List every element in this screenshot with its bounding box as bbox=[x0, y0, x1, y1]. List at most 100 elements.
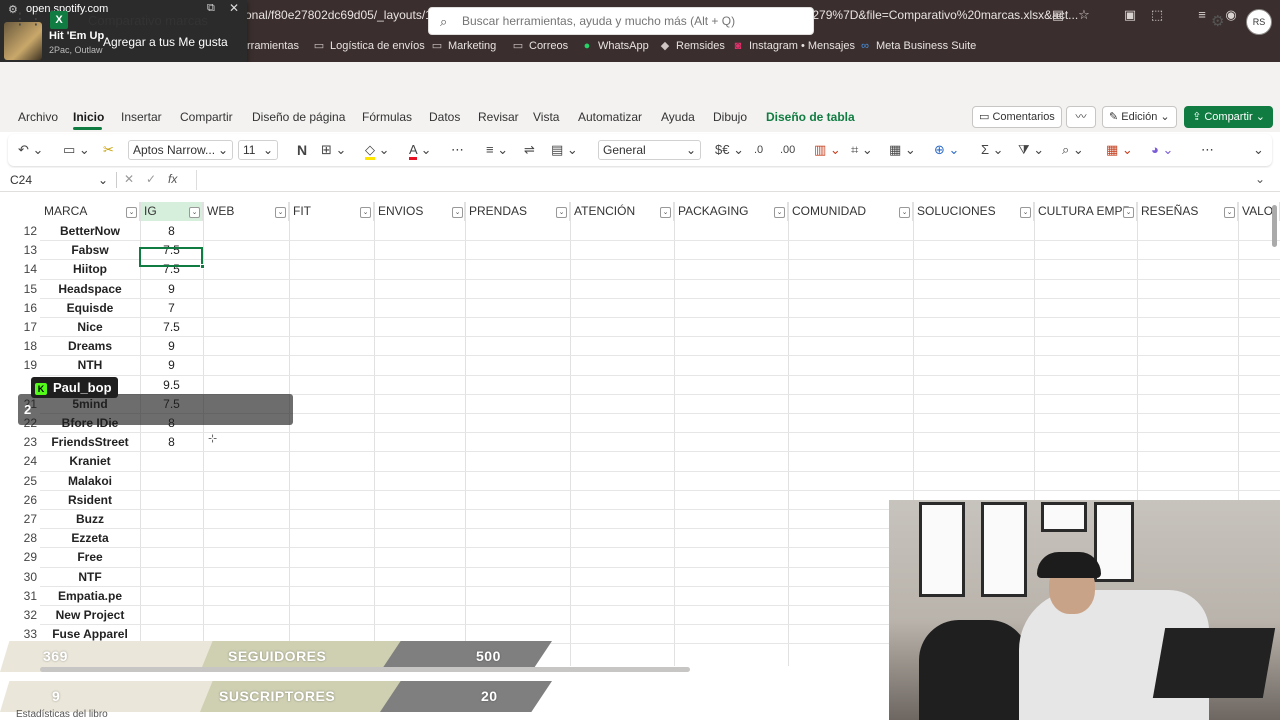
cell-marca[interactable]: Nice bbox=[40, 320, 140, 334]
bookmark-star-icon[interactable]: ☆ bbox=[1075, 6, 1093, 24]
reading-mode-icon[interactable]: ▤ bbox=[1049, 6, 1067, 24]
cell-marca[interactable]: NTH bbox=[40, 358, 140, 372]
row-number[interactable]: 24 bbox=[0, 454, 40, 468]
row-number[interactable]: 14 bbox=[0, 262, 40, 276]
cell-marca[interactable]: BetterNow bbox=[40, 224, 140, 238]
cell-ig[interactable]: 8 bbox=[140, 435, 203, 449]
editing-mode-button[interactable]: ✎ Edición ⌄ bbox=[1102, 106, 1177, 128]
cell-marca[interactable]: Empatia.pe bbox=[40, 589, 140, 603]
currency-icon[interactable]: $€ ⌄ bbox=[715, 142, 744, 158]
paste-icon[interactable]: ▭ ⌄ bbox=[63, 142, 90, 158]
profile-icon[interactable]: ◉ bbox=[1222, 6, 1240, 24]
row-number[interactable]: 15 bbox=[0, 282, 40, 296]
tab-compartir[interactable]: Compartir bbox=[180, 110, 233, 124]
bookmark-marketing[interactable]: ▭ Marketing bbox=[430, 38, 497, 54]
collapse-ribbon-icon[interactable]: ⌄ bbox=[1253, 142, 1264, 158]
tab-inicio[interactable]: Inicio bbox=[73, 110, 104, 124]
find-icon[interactable]: ⌕ ⌄ bbox=[1062, 142, 1084, 158]
bookmark-correos[interactable]: ▭ Correos bbox=[511, 38, 568, 54]
cancel-icon[interactable]: ✕ bbox=[124, 172, 134, 186]
fill-handle[interactable] bbox=[200, 264, 205, 269]
cell-ig[interactable]: 9 bbox=[140, 339, 203, 353]
confirm-icon[interactable]: ✓ bbox=[146, 172, 156, 186]
tab-ayuda[interactable]: Ayuda bbox=[661, 110, 695, 124]
settings-gear-icon[interactable]: ⚙ bbox=[1211, 12, 1224, 30]
tab-diseno-pagina[interactable]: Diseño de página bbox=[252, 110, 345, 124]
header-prendas[interactable]: PRENDAS bbox=[465, 202, 570, 221]
app-launcher-icon[interactable]: ⋮⋮ bbox=[12, 11, 44, 29]
spotify-mini-player[interactable]: ⚙ open.spotify.com ⧉ ✕ Hit 'Em Up 2Pac, … bbox=[0, 0, 247, 66]
row-number[interactable]: 33 bbox=[0, 627, 40, 641]
filter-dropdown-icon[interactable]: ⌄ bbox=[899, 207, 910, 218]
document-title[interactable]: Comparativo marcas bbox=[88, 13, 208, 28]
tab-dibujo[interactable]: Dibujo bbox=[713, 110, 747, 124]
name-box[interactable]: C24 ⌄ bbox=[6, 170, 112, 190]
tab-datos[interactable]: Datos bbox=[429, 110, 460, 124]
row-number[interactable]: 17 bbox=[0, 320, 40, 334]
tab-diseno-tabla[interactable]: Diseño de tabla bbox=[766, 110, 855, 124]
close-icon[interactable]: ✕ bbox=[229, 1, 239, 15]
borders-icon[interactable]: ⊞ ⌄ bbox=[321, 142, 346, 158]
row-number[interactable]: 23 bbox=[0, 435, 40, 449]
filter-dropdown-icon[interactable]: ⌄ bbox=[189, 207, 200, 218]
cell-marca[interactable]: Ezzeta bbox=[40, 531, 140, 545]
undo-icon[interactable]: ↶ ⌄ bbox=[18, 142, 43, 158]
more-font-options-icon[interactable]: ⋯ bbox=[451, 142, 464, 158]
tab-automatizar[interactable]: Automatizar bbox=[578, 110, 642, 124]
add-ins-icon[interactable]: ▦ ⌄ bbox=[1106, 142, 1133, 158]
fill-color-icon[interactable]: ◇ ⌄ bbox=[365, 142, 390, 160]
bookmark-whatsapp[interactable]: ● WhatsApp bbox=[580, 38, 649, 54]
row-number[interactable]: 28 bbox=[0, 531, 40, 545]
row-number[interactable]: 31 bbox=[0, 589, 40, 603]
header-cultura-empresarial[interactable]: CULTURA EMPR bbox=[1034, 202, 1137, 221]
filter-dropdown-icon[interactable]: ⌄ bbox=[1224, 207, 1235, 218]
cell-ig[interactable]: 9 bbox=[140, 282, 203, 296]
search-input[interactable] bbox=[462, 14, 802, 28]
filter-dropdown-icon[interactable]: ⌄ bbox=[1020, 207, 1031, 218]
cell-marca[interactable]: Equisde bbox=[40, 301, 140, 315]
formula-input[interactable] bbox=[196, 170, 1256, 190]
row-number[interactable]: 19 bbox=[0, 358, 40, 372]
font-name-select[interactable]: Aptos Narrow... ⌄ bbox=[128, 140, 233, 160]
row-number[interactable]: 30 bbox=[0, 570, 40, 584]
copilot-icon[interactable]: ◕ ⌄ bbox=[1151, 142, 1173, 158]
insert-function-icon[interactable]: fx bbox=[168, 172, 177, 186]
cell-marca[interactable]: Dreams bbox=[40, 339, 140, 353]
row-number[interactable]: 25 bbox=[0, 474, 40, 488]
conditional-format-icon[interactable]: ▥ ⌄ bbox=[814, 142, 841, 158]
extensions-puzzle-icon[interactable]: ⬚ bbox=[1148, 6, 1166, 24]
format-painter-icon[interactable]: ✂ bbox=[103, 142, 114, 158]
row-number[interactable]: 29 bbox=[0, 550, 40, 564]
catch-up-button[interactable]: 〰 bbox=[1066, 106, 1096, 128]
cell-styles-icon[interactable]: ▦ ⌄ bbox=[889, 142, 916, 158]
tab-insertar[interactable]: Insertar bbox=[121, 110, 162, 124]
format-table-icon[interactable]: ⌗ ⌄ bbox=[851, 142, 873, 158]
merge-icon[interactable]: ▤ ⌄ bbox=[551, 142, 578, 158]
vertical-scrollbar[interactable] bbox=[1272, 205, 1277, 247]
row-number[interactable]: 27 bbox=[0, 512, 40, 526]
decrease-decimal-icon[interactable]: .0 bbox=[754, 142, 763, 158]
cell-marca[interactable]: Malakoi bbox=[40, 474, 140, 488]
filter-dropdown-icon[interactable]: ⌄ bbox=[774, 207, 785, 218]
filter-dropdown-icon[interactable]: ⌄ bbox=[1123, 207, 1134, 218]
cell-marca[interactable]: Headspace bbox=[40, 282, 140, 296]
row-number[interactable]: 18 bbox=[0, 339, 40, 353]
cell-ig[interactable]: 7.5 bbox=[140, 320, 203, 334]
filter-dropdown-icon[interactable]: ⌄ bbox=[556, 207, 567, 218]
quick-analysis-icon[interactable]: ⊹ bbox=[208, 432, 217, 445]
header-atencion[interactable]: ATENCIÓN bbox=[570, 202, 674, 221]
media-control-icon[interactable]: ≡ bbox=[1193, 6, 1211, 24]
bold-button[interactable]: N bbox=[297, 142, 307, 158]
header-packaging[interactable]: PACKAGING bbox=[674, 202, 788, 221]
cell-marca[interactable]: Hiitop bbox=[40, 262, 140, 276]
cell-ig[interactable]: 8 bbox=[140, 224, 203, 238]
cell-marca[interactable]: Fuse Apparel bbox=[40, 627, 140, 641]
filter-dropdown-icon[interactable]: ⌄ bbox=[660, 207, 671, 218]
row-number[interactable]: 32 bbox=[0, 608, 40, 622]
filter-dropdown-icon[interactable]: ⌄ bbox=[360, 207, 371, 218]
font-size-select[interactable]: 11 ⌄ bbox=[238, 140, 278, 160]
header-resenas[interactable]: RESEÑAS bbox=[1137, 202, 1238, 221]
row-number[interactable]: 12 bbox=[0, 224, 40, 238]
share-button[interactable]: ⇪ Compartir ⌄ bbox=[1184, 106, 1273, 128]
row-number[interactable]: 13 bbox=[0, 243, 40, 257]
